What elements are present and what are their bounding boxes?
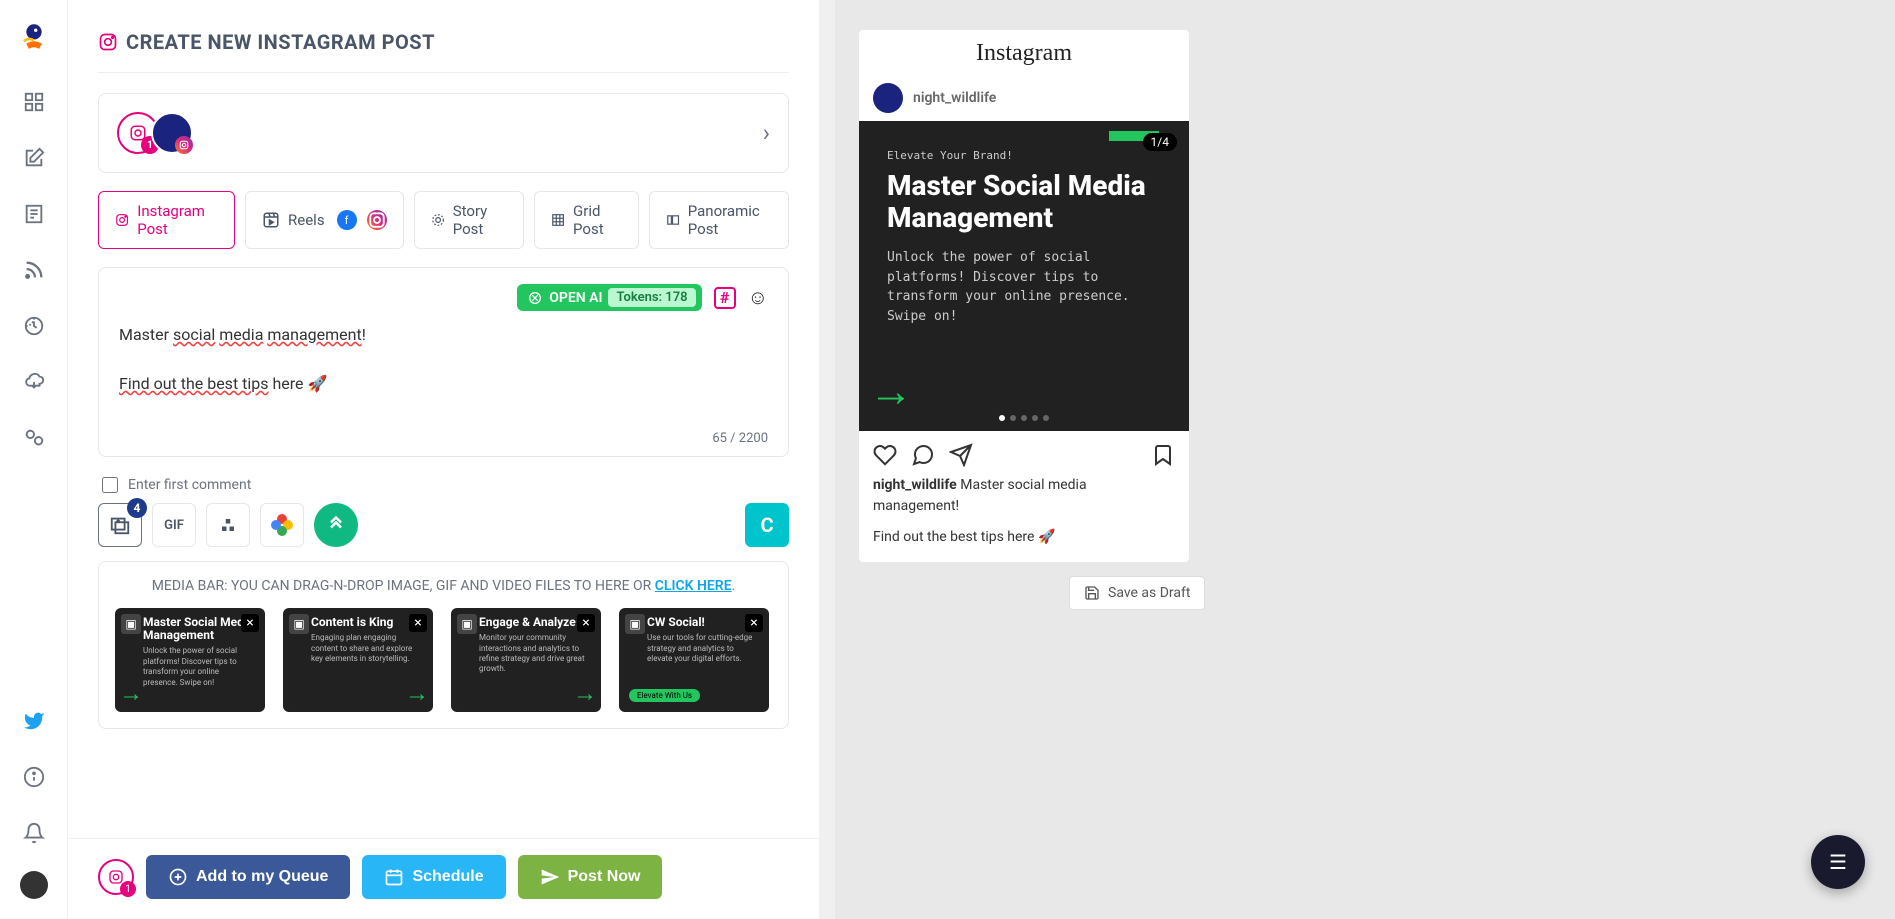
openai-button[interactable]: OPEN AI Tokens: 178 — [517, 284, 701, 311]
preview-actions-row — [859, 431, 1189, 475]
sidebar-twitter-icon[interactable] — [14, 701, 54, 741]
image-icon: ▣ — [457, 614, 477, 634]
sidebar-compose-icon[interactable] — [14, 138, 54, 178]
page-title: CREATE NEW INSTAGRAM POST — [98, 30, 789, 73]
bottom-account-badge[interactable]: 1 — [98, 859, 134, 895]
preview-username: night_wildlife — [913, 90, 996, 106]
media-toolbar: 4 GIF C — [98, 503, 789, 547]
sidebar-bell-icon[interactable] — [14, 813, 54, 853]
media-bar: MEDIA BAR: YOU CAN DRAG-N-DROP IMAGE, GI… — [98, 561, 789, 729]
scrollbar[interactable] — [819, 0, 835, 919]
add-to-queue-button[interactable]: Add to my Queue — [146, 855, 350, 899]
instagram-mini-icon — [367, 210, 387, 230]
composer-card: OPEN AI Tokens: 178 # ☺ Master social me… — [98, 267, 789, 457]
instagram-preview-card: Instagram night_wildlife 1/4 Elevate You… — [859, 30, 1189, 562]
carousel-dots — [999, 415, 1049, 421]
tokens-badge: Tokens: 178 — [608, 288, 695, 307]
first-comment-label: Enter first comment — [128, 477, 251, 493]
character-count: 65 / 2200 — [119, 431, 768, 446]
first-comment-row: Enter first comment — [98, 471, 789, 503]
account-badge-profile[interactable] — [151, 112, 193, 154]
page-title-text: CREATE NEW INSTAGRAM POST — [126, 30, 435, 54]
media-thumb[interactable]: ▣ × CW Social! Use our tools for cutting… — [619, 608, 769, 712]
close-icon[interactable]: × — [409, 614, 427, 632]
canva-button[interactable]: C — [745, 503, 789, 547]
media-thumb[interactable]: ▣ × Content is King Engaging plan engagi… — [283, 608, 433, 712]
media-google-photos-button[interactable] — [260, 503, 304, 547]
tab-panoramic-post[interactable]: Panoramic Post — [649, 191, 789, 249]
sidebar-user-avatar[interactable] — [20, 871, 48, 899]
media-count-badge: 4 — [127, 498, 147, 518]
composer-textarea[interactable]: Master social media management! Find out… — [119, 321, 768, 431]
media-upload-button[interactable] — [206, 503, 250, 547]
sidebar-document-icon[interactable] — [14, 194, 54, 234]
sidebar-dashboard-icon[interactable] — [14, 82, 54, 122]
media-gif-button[interactable]: GIF — [152, 503, 196, 547]
save-as-draft-button[interactable]: Save as Draft — [1069, 576, 1205, 610]
instagram-mini-icon — [175, 136, 193, 154]
instagram-icon — [98, 32, 118, 52]
tab-grid-post[interactable]: Grid Post — [534, 191, 639, 249]
sidebar-cloud-icon[interactable] — [14, 362, 54, 402]
close-icon[interactable]: × — [745, 614, 763, 632]
sidebar — [0, 0, 68, 919]
bottom-action-bar: 1 Add to my Queue Schedule Post Now — [68, 838, 819, 919]
heart-icon[interactable] — [873, 443, 897, 467]
media-boost-button[interactable] — [314, 503, 358, 547]
instagram-logo-text: Instagram — [859, 30, 1189, 73]
tab-instagram-post[interactable]: Instagram Post — [98, 191, 235, 249]
floating-menu-button[interactable]: ☰ — [1811, 835, 1865, 889]
sidebar-recycle-icon[interactable] — [14, 306, 54, 346]
tab-story-post[interactable]: Story Post — [414, 191, 524, 249]
close-icon[interactable]: × — [577, 614, 595, 632]
send-icon[interactable] — [949, 443, 973, 467]
media-bar-hint: MEDIA BAR: YOU CAN DRAG-N-DROP IMAGE, GI… — [115, 578, 772, 594]
preview-caption: night_wildlife Master social media manag… — [859, 475, 1189, 562]
preview-panel: Instagram night_wildlife 1/4 Elevate You… — [835, 0, 1895, 919]
preview-image: 1/4 Elevate Your Brand! Master Social Me… — [859, 121, 1189, 431]
sidebar-rss-icon[interactable] — [14, 250, 54, 290]
preview-user-row: night_wildlife — [859, 73, 1189, 121]
schedule-button[interactable]: Schedule — [362, 855, 505, 899]
media-bar-click-here[interactable]: CLICK HERE — [655, 578, 732, 594]
post-now-button[interactable]: Post Now — [518, 855, 663, 899]
hashtag-button[interactable]: # — [714, 287, 736, 309]
close-icon[interactable]: × — [241, 614, 259, 632]
facebook-mini-icon: f — [337, 210, 357, 230]
slide-count-badge: 1/4 — [1143, 133, 1177, 151]
accounts-card[interactable]: 1 › — [98, 93, 789, 173]
first-comment-checkbox[interactable] — [102, 477, 118, 493]
tab-reels[interactable]: Reels f — [245, 191, 404, 249]
post-type-tabs: Instagram Post Reels f Story Post Grid — [98, 191, 789, 249]
main-content: CREATE NEW INSTAGRAM POST 1 › — [68, 0, 819, 919]
media-thumb[interactable]: ▣ × Engage & Analyze Monitor your commun… — [451, 608, 601, 712]
media-image-button[interactable]: 4 — [98, 503, 142, 547]
chevron-right-icon[interactable]: › — [763, 119, 770, 147]
image-icon: ▣ — [625, 614, 645, 634]
emoji-button[interactable]: ☺ — [748, 285, 768, 310]
image-icon: ▣ — [289, 614, 309, 634]
bookmark-icon[interactable] — [1151, 443, 1175, 467]
save-icon — [1084, 585, 1100, 601]
comment-icon[interactable] — [911, 443, 935, 467]
sidebar-info-icon[interactable] — [14, 757, 54, 797]
media-thumb[interactable]: ▣ × Master Social Media Management Unloc… — [115, 608, 265, 712]
image-icon: ▣ — [121, 614, 141, 634]
app-logo — [17, 20, 51, 54]
sidebar-settings-icon[interactable] — [14, 418, 54, 458]
preview-avatar — [873, 83, 903, 113]
